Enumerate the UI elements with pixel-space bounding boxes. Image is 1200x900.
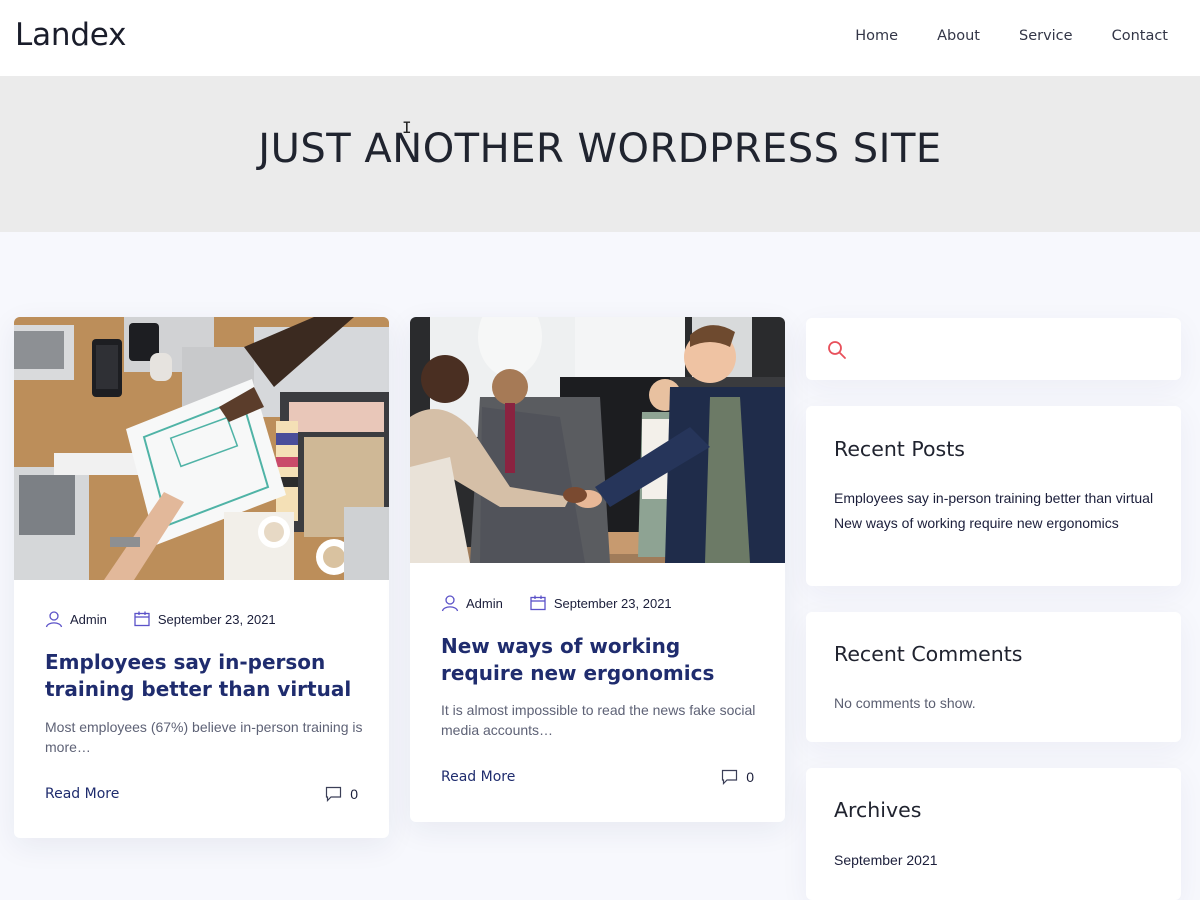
comment-bubble-icon bbox=[722, 769, 738, 785]
post-author[interactable]: Admin bbox=[466, 596, 503, 611]
calendar-icon bbox=[530, 595, 546, 611]
post-excerpt: Most employees (67%) believe in-person t… bbox=[45, 719, 363, 755]
post-author[interactable]: Admin bbox=[70, 612, 107, 627]
comment-count[interactable]: 0 bbox=[721, 769, 754, 785]
banner-title: JUST ANOTHER WORDPRESS SITE bbox=[258, 126, 942, 172]
site-header: Landex Home About Service Contact bbox=[0, 0, 1200, 76]
comment-bubble-icon bbox=[326, 786, 342, 802]
post-date[interactable]: September 23, 2021 bbox=[554, 596, 672, 611]
post-card: Admin September 23, 2021 Employees say i… bbox=[14, 317, 389, 838]
widget-title: Recent Posts bbox=[834, 437, 965, 461]
post-thumbnail[interactable] bbox=[14, 317, 389, 580]
site-logo[interactable]: Landex bbox=[15, 17, 126, 53]
archive-link[interactable]: September 2021 bbox=[834, 850, 1154, 871]
recent-posts-list: Employees say in-person training better … bbox=[834, 488, 1154, 538]
post-meta: Admin September 23, 2021 bbox=[441, 594, 672, 612]
no-comments-text: No comments to show. bbox=[834, 695, 976, 711]
recent-posts-widget: Recent Posts Employees say in-person tra… bbox=[806, 406, 1181, 586]
recent-post-link[interactable]: Employees say in-person training better … bbox=[834, 488, 1154, 509]
post-title[interactable]: Employees say in-person training better … bbox=[45, 649, 365, 703]
nav-service[interactable]: Service bbox=[1019, 28, 1073, 44]
widget-title: Archives bbox=[834, 798, 922, 822]
post-card: Admin September 23, 2021 New ways of wor… bbox=[410, 317, 785, 822]
comment-count[interactable]: 0 bbox=[325, 786, 358, 802]
nav-about[interactable]: About bbox=[937, 28, 980, 44]
search-icon[interactable] bbox=[827, 340, 847, 360]
user-icon bbox=[441, 595, 459, 612]
post-date[interactable]: September 23, 2021 bbox=[158, 612, 276, 627]
read-more-link[interactable]: Read More bbox=[441, 769, 515, 785]
recent-post-link[interactable]: New ways of working require new ergonomi… bbox=[834, 513, 1154, 534]
archives-list: September 2021 bbox=[834, 850, 1154, 875]
calendar-icon bbox=[134, 611, 150, 627]
post-title[interactable]: New ways of working require new ergonomi… bbox=[441, 633, 761, 687]
text-cursor-icon: I bbox=[402, 118, 412, 137]
post-meta: Admin September 23, 2021 bbox=[45, 610, 276, 628]
post-excerpt: It is almost impossible to read the news… bbox=[441, 702, 756, 738]
post-thumbnail[interactable] bbox=[410, 317, 785, 563]
search-input[interactable] bbox=[861, 332, 1161, 366]
page-banner: JUST ANOTHER WORDPRESS SITE bbox=[0, 76, 1200, 232]
comment-count-value: 0 bbox=[746, 769, 754, 785]
search-widget bbox=[806, 318, 1181, 380]
user-icon bbox=[45, 611, 63, 628]
nav-contact[interactable]: Contact bbox=[1112, 28, 1168, 44]
recent-comments-widget: Recent Comments No comments to show. bbox=[806, 612, 1181, 742]
nav-home[interactable]: Home bbox=[855, 28, 898, 44]
post-thumbnail-image bbox=[410, 317, 785, 563]
main-nav: Home About Service Contact bbox=[855, 28, 1168, 44]
post-thumbnail-image bbox=[14, 317, 389, 580]
read-more-link[interactable]: Read More bbox=[45, 786, 119, 802]
comment-count-value: 0 bbox=[350, 786, 358, 802]
archives-widget: Archives September 2021 bbox=[806, 768, 1181, 900]
widget-title: Recent Comments bbox=[834, 642, 1023, 666]
